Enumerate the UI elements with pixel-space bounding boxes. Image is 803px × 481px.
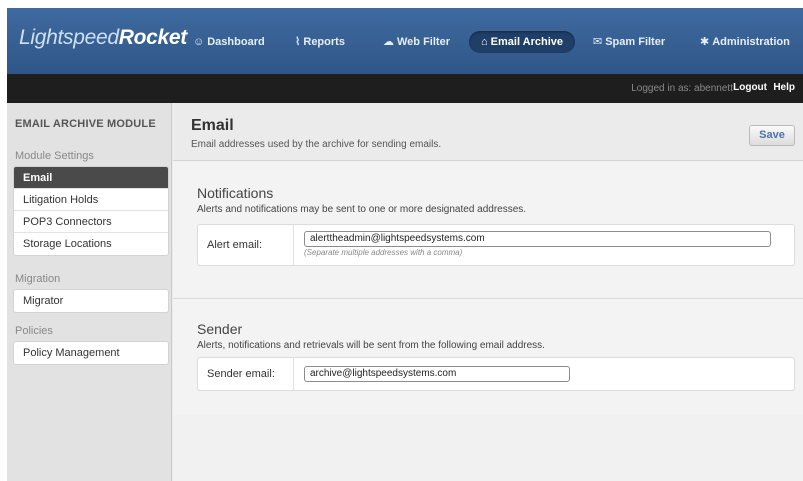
nav-label: Spam Filter bbox=[605, 36, 666, 48]
help-link[interactable]: Help bbox=[773, 82, 795, 93]
page-subtitle: Email addresses used by the archive for … bbox=[191, 139, 442, 150]
sidebar-item-storage-locations[interactable]: Storage Locations bbox=[14, 233, 168, 255]
nav-administration[interactable]: ✱ Administration bbox=[688, 31, 802, 53]
sidebar-group-policies: Policy Management bbox=[13, 341, 169, 365]
notifications-title: Notifications bbox=[197, 185, 274, 201]
sender-email-label: Sender email: bbox=[198, 358, 294, 390]
notifications-description: Alerts and notifications may be sent to … bbox=[197, 204, 527, 215]
sender-description: Alerts, notifications and retrievals wil… bbox=[197, 340, 545, 351]
alert-email-field[interactable]: alerttheadmin@lightspeedsystems.com bbox=[304, 231, 771, 247]
sender-email-field[interactable]: archive@lightspeedsystems.com bbox=[304, 366, 570, 382]
sidebar-group-module-settings: Email Litigation Holds POP3 Connectors S… bbox=[13, 166, 169, 256]
page-header: Email Email addresses used by the archiv… bbox=[173, 103, 803, 161]
nav-label: Web Filter bbox=[397, 36, 450, 48]
nav-label: Dashboard bbox=[207, 36, 265, 48]
module-title: EMAIL ARCHIVE MODULE bbox=[15, 118, 156, 130]
nav-label: Administration bbox=[712, 36, 790, 48]
nav-web-filter[interactable]: ☁ Web Filter bbox=[371, 31, 462, 53]
sender-email-row: Sender email: archive@lightspeedsystems.… bbox=[197, 357, 795, 391]
sidebar-heading-policies: Policies bbox=[15, 325, 53, 337]
reports-icon: ⌇ bbox=[295, 36, 301, 48]
logout-link[interactable]: Logout bbox=[733, 82, 767, 93]
logged-in-text: Logged in as: abennett bbox=[631, 83, 733, 94]
notifications-section: Notifications Alerts and notifications m… bbox=[173, 162, 803, 298]
app-frame: LightspeedRocket ☺ Dashboard ⌇ Reports ☁ We… bbox=[7, 8, 803, 481]
alert-email-row: Alert email: alerttheadmin@lightspeedsys… bbox=[197, 224, 795, 266]
sidebar-item-litigation-holds[interactable]: Litigation Holds bbox=[14, 189, 168, 211]
login-bar: Logged in as: abennett Logout Help bbox=[7, 74, 803, 103]
page-title: Email bbox=[191, 117, 234, 134]
administration-icon: ✱ bbox=[700, 36, 710, 48]
spam-filter-icon: ✉ bbox=[593, 36, 603, 48]
nav-label: Reports bbox=[303, 36, 345, 48]
nav-dashboard[interactable]: ☺ Dashboard bbox=[181, 31, 277, 53]
logo-light-text: Lightspeed bbox=[19, 26, 119, 49]
alert-email-hint: (Separate multiple addresses with a comm… bbox=[304, 248, 463, 257]
web-filter-icon: ☁ bbox=[383, 36, 394, 48]
top-nav-bar: LightspeedRocket ☺ Dashboard ⌇ Reports ☁ We… bbox=[7, 8, 803, 74]
sender-title: Sender bbox=[197, 321, 243, 337]
nav-reports[interactable]: ⌇ Reports bbox=[283, 31, 357, 53]
nav-spam-filter[interactable]: ✉ Spam Filter bbox=[581, 31, 677, 53]
email-archive-icon: ⌂ bbox=[481, 36, 488, 48]
nav-email-archive[interactable]: ⌂ Email Archive bbox=[469, 31, 576, 53]
sidebar-item-pop3-connectors[interactable]: POP3 Connectors bbox=[14, 211, 168, 233]
dashboard-icon: ☺ bbox=[193, 36, 205, 48]
nav-label: Email Archive bbox=[490, 36, 564, 48]
main-content: Email Email addresses used by the archiv… bbox=[173, 103, 803, 481]
sidebar-item-migrator[interactable]: Migrator bbox=[14, 290, 168, 312]
sidebar-item-email[interactable]: Email bbox=[14, 167, 168, 189]
sender-section: Sender Alerts, notifications and retriev… bbox=[173, 299, 803, 415]
sidebar-heading-migration: Migration bbox=[15, 273, 61, 285]
alert-email-label: Alert email: bbox=[198, 225, 294, 265]
save-button[interactable]: Save bbox=[749, 125, 795, 146]
sidebar: EMAIL ARCHIVE MODULE Module Settings Ema… bbox=[7, 103, 172, 481]
sidebar-heading-module-settings: Module Settings bbox=[15, 150, 94, 162]
sidebar-group-migration: Migrator bbox=[13, 289, 169, 313]
sidebar-item-policy-management[interactable]: Policy Management bbox=[14, 342, 168, 364]
logo-bold-text: Rocket bbox=[118, 26, 188, 49]
logo[interactable]: LightspeedRocket bbox=[19, 26, 187, 50]
